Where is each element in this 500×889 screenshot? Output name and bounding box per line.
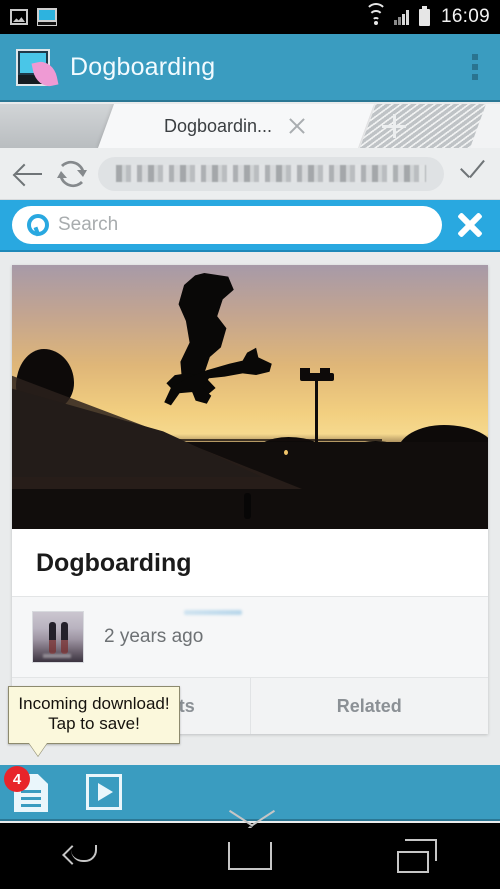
image-icon [10,9,28,25]
tab-related[interactable]: Related [251,678,489,734]
new-tab-button[interactable] [359,104,487,148]
phone-screen: 16:09 Dogboarding Dogboardin... Search D… [0,0,500,889]
url-redacted-text [116,165,426,182]
browser-toolbar [0,148,500,200]
download-tooltip[interactable]: Incoming download! Tap to save! [8,686,180,745]
nav-back-icon[interactable] [63,841,103,871]
play-video-icon[interactable] [86,774,122,810]
nav-home-icon[interactable] [227,842,272,870]
tab-related-label: Related [336,695,402,716]
search-input[interactable] [58,214,428,236]
document-icon[interactable]: 4 [4,766,50,812]
back-arrow-icon[interactable] [12,159,46,189]
tab-dogboarding[interactable]: Dogboardin... [106,104,366,148]
video-thumbnail[interactable] [12,265,488,529]
overflow-menu-icon[interactable] [464,50,486,84]
downloads-badge: 4 [4,766,30,792]
uploader-meta: 2 years ago [104,610,468,648]
app-bar: Dogboarding [0,34,500,102]
video-age: 2 years ago [104,626,204,647]
browser-tab-strip: Dogboardin... [0,104,500,148]
url-input[interactable] [98,156,444,191]
light-pole-lamp [300,368,310,377]
person-silhouette [244,493,251,519]
video-title: Dogboarding [12,529,488,597]
close-icon[interactable] [286,115,308,137]
uploader-row[interactable]: 2 years ago [12,597,488,678]
check-icon[interactable] [454,159,488,189]
plus-icon [382,114,406,138]
status-notification-icons [10,8,57,26]
avatar[interactable] [32,611,84,663]
status-clock: 16:09 [440,6,490,27]
video-card: Dogboarding 2 years ago 521 Comments Rel… [12,265,488,734]
android-nav-bar [0,823,500,889]
tab-label: Dogboardin... [163,115,273,136]
reload-icon[interactable] [56,158,88,190]
wifi-icon [364,3,387,25]
light-dot [284,450,288,455]
bottom-app-bar: 4 [0,765,500,821]
search-icon [26,214,49,236]
tooltip-line-2: Tap to save! [48,714,140,734]
uploader-name-redacted [184,610,242,615]
light-pole-lamp [320,368,330,377]
search-field[interactable] [12,206,442,244]
nav-recents-icon[interactable] [397,839,438,873]
status-system-icons: 16:09 [364,3,490,28]
signal-icon [393,9,412,25]
battery-icon [418,5,430,26]
tooltip-line-1: Incoming download! [18,694,170,713]
app-title: Dogboarding [70,52,216,81]
cast-icon [37,8,57,26]
app-logo-icon [14,47,59,90]
search-bar [0,200,500,252]
status-bar: 16:09 [0,0,500,34]
close-icon[interactable] [452,207,488,243]
